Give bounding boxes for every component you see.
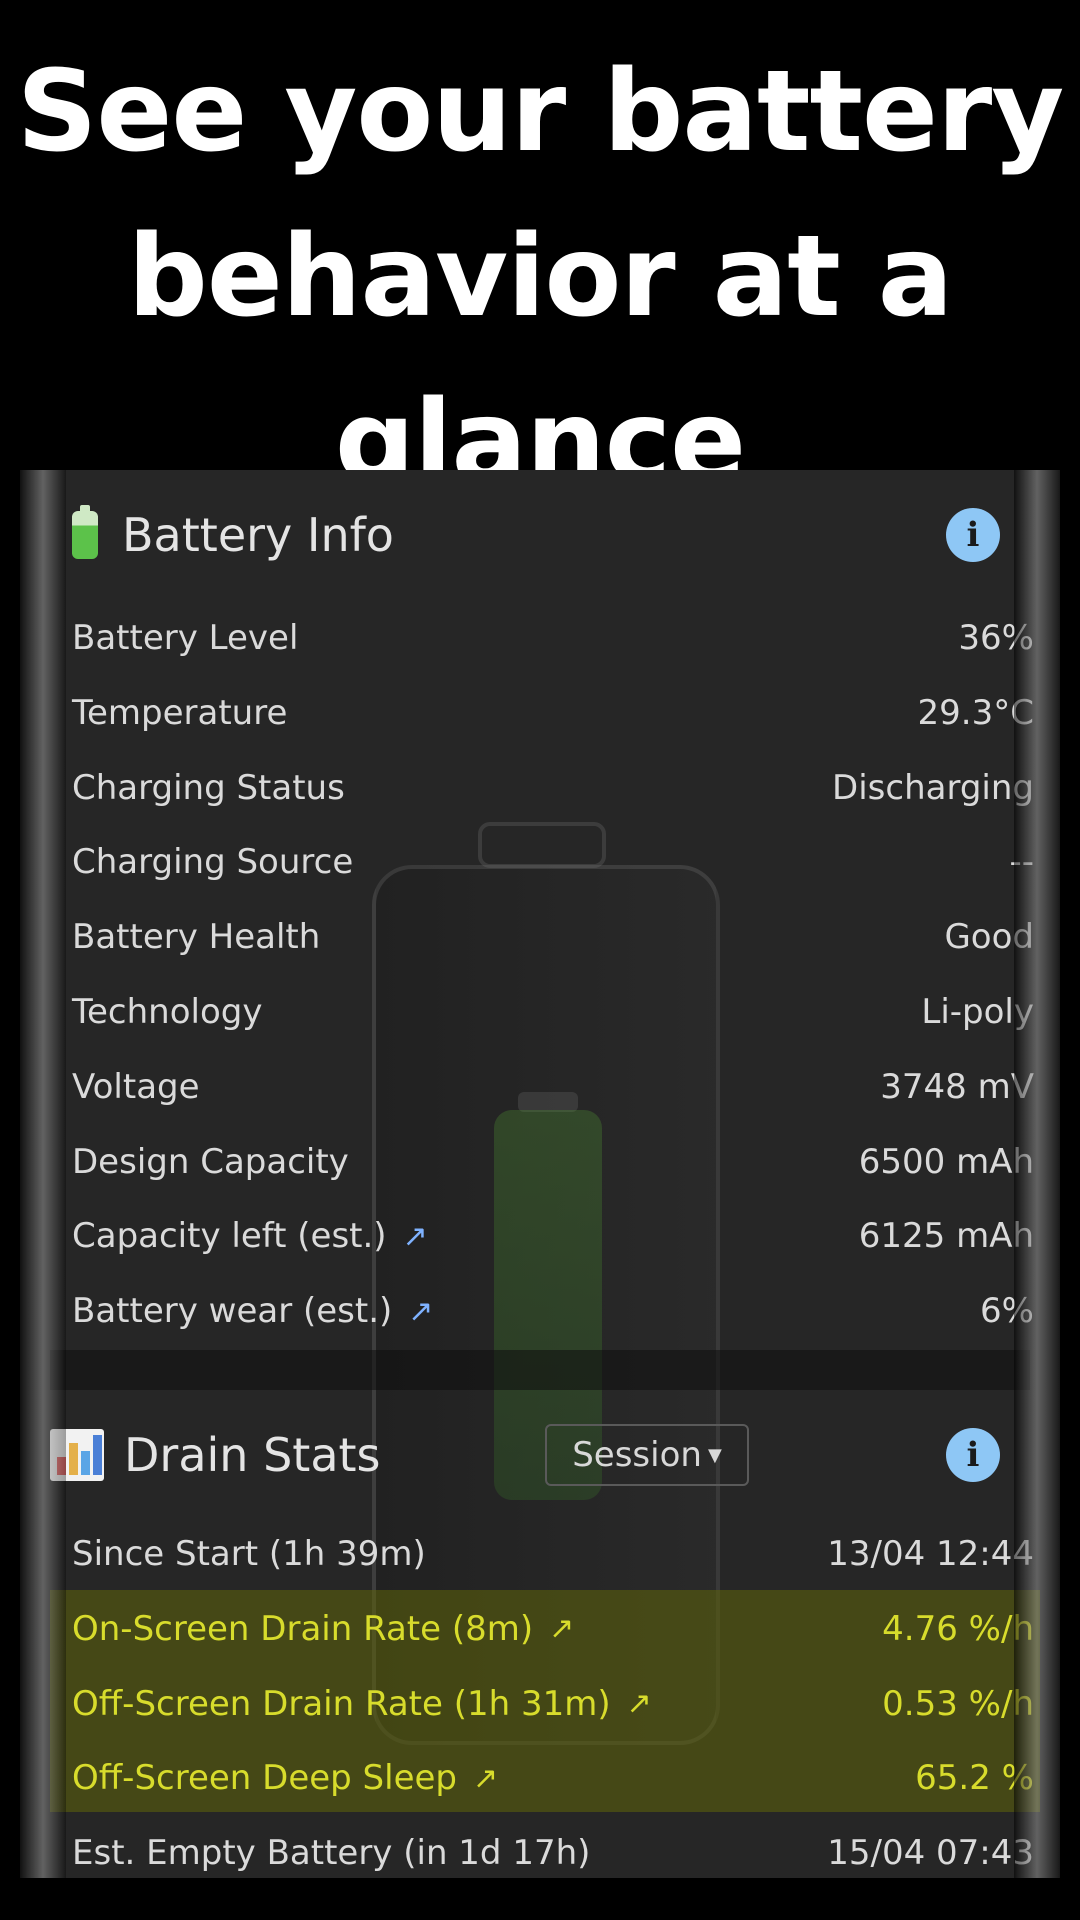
drain-stats-row: Off-Screen Drain Rate (1h 31m) ↗ 0.53 %/h	[72, 1674, 1034, 1734]
drain-stats-row: On-Screen Drain Rate (8m) ↗ 4.76 %/h	[72, 1599, 1034, 1659]
chevron-down-icon: ▼	[707, 1444, 722, 1466]
battery-info-row-value: 3748 mV	[880, 1066, 1034, 1107]
drain-stats-row-label-group: Off-Screen Drain Rate (1h 31m) ↗	[72, 1684, 652, 1724]
battery-info-row-label: Battery Health	[72, 917, 321, 958]
battery-info-row: Battery wear (est.) ↗ 6%	[72, 1281, 1034, 1341]
battery-info-row-label: Temperature	[72, 692, 288, 733]
drain-stats-row-label: Off-Screen Deep Sleep	[72, 1758, 458, 1799]
battery-info-row: Voltage 3748 mV	[72, 1057, 1034, 1117]
battery-info-row-label-group: Charging Status	[72, 768, 345, 808]
headline-line-2: behavior at a	[127, 212, 954, 342]
battery-info-row: Technology Li-poly	[72, 982, 1034, 1042]
drain-stats-row-value: 0.53 %/h	[882, 1683, 1034, 1724]
battery-info-row-label-group: Design Capacity	[72, 1142, 349, 1182]
session-dropdown-value: Session	[572, 1435, 702, 1475]
trend-chart-icon[interactable]: ↗	[403, 1219, 428, 1254]
battery-icon	[72, 505, 98, 559]
drain-stats-title: Drain Stats	[124, 1428, 381, 1482]
battery-info-help-icon[interactable]: i	[946, 508, 1000, 562]
battery-info-row-label-group: Charging Source	[72, 842, 353, 882]
drain-stats-row-value: 15/04 07:43	[827, 1833, 1034, 1874]
battery-info-row: Design Capacity 6500 mAh	[72, 1132, 1034, 1192]
battery-info-row-label: Charging Source	[72, 842, 354, 883]
battery-info-row-label-group: Technology	[72, 992, 262, 1032]
app-screenshot: Battery Info i Battery Level 36% Temperatu…	[20, 470, 1060, 1878]
battery-info-row-label: Capacity left (est.)	[72, 1216, 387, 1257]
drain-stats-row-label: On-Screen Drain Rate (8m)	[72, 1608, 534, 1649]
battery-info-row-label: Voltage	[72, 1066, 200, 1107]
battery-info-row: Charging Status Discharging	[72, 758, 1034, 818]
battery-info-row: Battery Health Good	[72, 907, 1034, 967]
drain-stats-row-value: 4.76 %/h	[882, 1608, 1034, 1649]
battery-info-header: Battery Info	[50, 500, 394, 570]
drain-stats-row-label: Since Start (1h 39m)	[72, 1534, 426, 1574]
drain-stats-header: Drain Stats	[50, 1420, 381, 1490]
trend-chart-icon[interactable]: ↗	[473, 1761, 498, 1796]
trend-chart-icon[interactable]: ↗	[549, 1611, 574, 1646]
battery-info-row-label: Design Capacity	[72, 1141, 349, 1182]
battery-info-row-value: Discharging	[832, 767, 1034, 808]
drain-stats-row-label: Off-Screen Drain Rate (1h 31m)	[72, 1683, 611, 1724]
drain-stats-help-icon[interactable]: i	[946, 1428, 1000, 1482]
session-dropdown[interactable]: Session ▼	[545, 1424, 749, 1486]
battery-info-row: Capacity left (est.) ↗ 6125 mAh	[72, 1206, 1034, 1266]
drain-stats-row-label-group: Off-Screen Deep Sleep ↗	[72, 1758, 498, 1798]
battery-info-row-label: Charging Status	[72, 767, 345, 808]
battery-info-row-label-group: Battery Health	[72, 917, 320, 957]
section-divider	[50, 1350, 1030, 1390]
battery-info-row: Temperature 29.3°C	[72, 683, 1034, 743]
battery-info-row: Charging Source--	[72, 832, 1034, 892]
battery-info-row-value: 6125 mAh	[858, 1216, 1034, 1257]
frame-edge-left	[20, 470, 66, 1878]
battery-info-row-label-group: Voltage	[72, 1067, 200, 1107]
battery-info-title: Battery Info	[122, 508, 394, 562]
battery-info-row-label: Battery Level	[72, 618, 299, 658]
drain-stats-row-label: Est. Empty Battery (in 1d 17h)	[72, 1833, 591, 1874]
drain-stats-row: Est. Empty Battery (in 1d 17h) 15/04 07:4…	[72, 1823, 1034, 1878]
battery-info-row-label-group: Temperature	[72, 693, 287, 733]
headline-line-1: See your battery	[16, 47, 1065, 177]
battery-info-row-label-group: Battery Level	[72, 618, 298, 658]
battery-info-row-label: Technology	[72, 992, 263, 1032]
battery-info-row-label-group: Battery wear (est.) ↗	[72, 1291, 433, 1331]
drain-stats-row-label-group: On-Screen Drain Rate (8m) ↗	[72, 1609, 574, 1649]
trend-chart-icon[interactable]: ↗	[627, 1686, 652, 1721]
drain-stats-row-value: 13/04 12:44	[827, 1534, 1034, 1574]
headline: See your battery behavior at a glance	[0, 30, 1080, 525]
drain-stats-row-label-group: Est. Empty Battery (in 1d 17h)	[72, 1833, 590, 1873]
battery-info-row-value: 6500 mAh	[858, 1141, 1034, 1182]
drain-stats-row: Since Start (1h 39m) 13/04 12:44	[72, 1524, 1034, 1584]
frame-edge-right	[1014, 470, 1060, 1878]
battery-info-row: Battery Level 36%	[72, 608, 1034, 668]
trend-chart-icon[interactable]: ↗	[408, 1294, 433, 1329]
drain-stats-row-label-group: Since Start (1h 39m)	[72, 1534, 426, 1574]
battery-info-row-label-group: Capacity left (est.) ↗	[72, 1216, 428, 1256]
battery-info-row-label: Battery wear (est.)	[72, 1291, 393, 1332]
drain-stats-row: Off-Screen Deep Sleep ↗ 65.2 %	[72, 1748, 1034, 1808]
